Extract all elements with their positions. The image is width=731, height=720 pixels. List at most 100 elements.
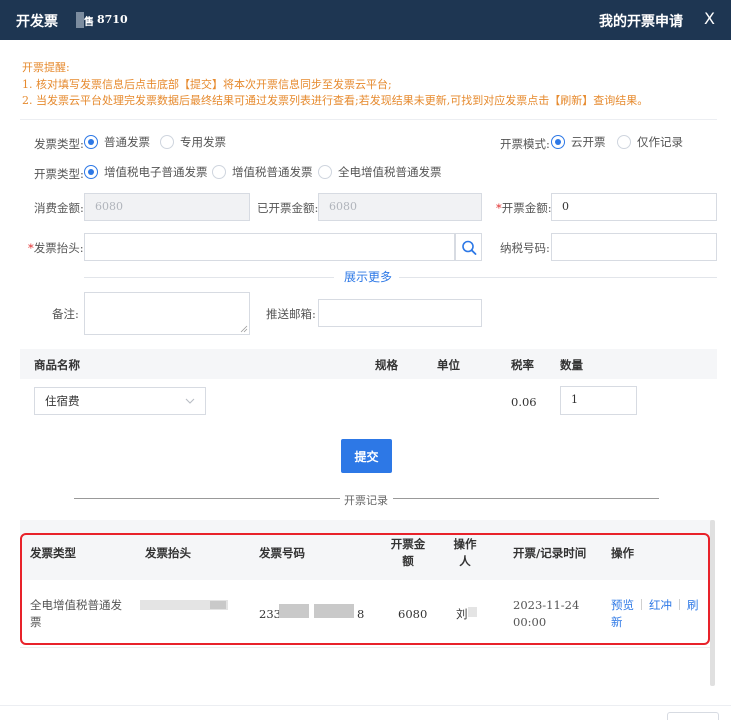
email-input[interactable]: [318, 299, 482, 327]
radio-vat-normal[interactable]: 增值税普通发票: [212, 164, 313, 180]
redacted-invoice-number: [279, 604, 309, 618]
radio-vat-electronic[interactable]: 增值税电子普通发票: [84, 164, 208, 180]
product-select-value: 住宿费: [45, 394, 80, 408]
my-requests-link[interactable]: 我的开票申请: [599, 11, 683, 31]
radio-normal-invoice[interactable]: 普通发票: [84, 134, 150, 150]
cell-line: 2023-11-24: [513, 598, 580, 612]
notice-title: 开票提醒:: [22, 61, 70, 74]
email-label: 推送邮箱:: [266, 307, 316, 321]
radio-unchecked-icon: [212, 165, 226, 179]
radio-cloud-invoice[interactable]: 云开票: [551, 134, 606, 150]
redacted-operator: [468, 607, 477, 617]
consume-amount-field: 6080: [84, 193, 250, 221]
submit-button[interactable]: 提交: [341, 439, 392, 473]
cell-line: 00:00: [513, 615, 547, 629]
radio-label: 仅作记录: [637, 135, 683, 149]
link-line: 新: [611, 615, 623, 629]
separator: [641, 599, 642, 610]
divider-line: [74, 498, 340, 499]
divider-line: [84, 277, 334, 278]
notice-box: 开票提醒: 1. 核对填写发票信息后点击底部【提交】将本次开票信息同步至发票云平…: [22, 60, 648, 110]
resize-grip-icon[interactable]: [240, 325, 248, 333]
remark-label: 备注:: [52, 307, 79, 321]
remark-textarea[interactable]: [84, 292, 250, 335]
footer-button[interactable]: [667, 712, 719, 720]
radio-label: 普通发票: [104, 135, 150, 149]
consume-amount-label: 消费金额:: [34, 201, 84, 215]
col-operator: 操作人: [450, 536, 480, 570]
radio-checked-icon: [84, 165, 98, 179]
product-select[interactable]: 住宿费: [34, 387, 206, 415]
col-time: 开票/记录时间: [513, 546, 587, 560]
divider: [20, 119, 717, 120]
dialog-header: 开发票 售 8710 我的开票申请 X: [0, 0, 731, 40]
link-line: 刷: [687, 598, 699, 612]
issued-amount-field: 6080: [318, 193, 482, 221]
invoice-amount-input[interactable]: 0: [551, 193, 717, 221]
header-line: 开票金: [390, 537, 426, 551]
records-title: 开票记录: [344, 494, 388, 507]
invoice-mode-label: 开票模式:: [500, 137, 550, 151]
issue-type-label: 开票类型:: [34, 167, 84, 181]
redacted-invoice-number: [314, 604, 354, 618]
table-scrollbar[interactable]: [710, 520, 715, 686]
header-line: 人: [459, 554, 471, 568]
tax-id-label: 纳税号码:: [500, 241, 550, 255]
tax-rate-value: 0.06: [511, 395, 537, 409]
radio-label: 云开票: [571, 135, 606, 149]
radio-special-invoice[interactable]: 专用发票: [160, 134, 226, 150]
separator: [679, 599, 680, 610]
radio-checked-icon: [551, 135, 565, 149]
cell-invoice-number-suffix: 8: [357, 607, 365, 621]
issued-amount-label: 已开票金额:: [257, 201, 319, 215]
cell-invoice-type: 全电增值税普通发票: [30, 597, 122, 631]
col-quantity: 数量: [560, 358, 583, 372]
radio-record-only[interactable]: 仅作记录: [617, 134, 683, 150]
preview-link[interactable]: 预览: [611, 598, 634, 612]
dialog-title: 开发票: [16, 14, 58, 30]
redacted-room-label: 售: [62, 12, 94, 28]
search-icon: [462, 240, 477, 255]
radio-label: 全电增值税普通发票: [338, 165, 442, 179]
radio-unchecked-icon: [318, 165, 332, 179]
close-icon[interactable]: X: [704, 9, 715, 29]
radio-vat-fully-digital[interactable]: 全电增值税普通发票: [318, 164, 442, 180]
product-table-header: 商品名称 规格 单位 税率 数量: [20, 349, 717, 379]
divider-line: [399, 277, 717, 278]
footer-divider: [0, 705, 731, 706]
redaction-block: [76, 12, 84, 28]
radio-unchecked-icon: [617, 135, 631, 149]
quantity-input[interactable]: 1: [560, 386, 637, 415]
radio-unchecked-icon: [160, 135, 174, 149]
redacted-char: 售: [84, 17, 94, 28]
cell-actions: 预览 红冲 刷新: [611, 597, 707, 631]
col-action: 操作: [611, 546, 634, 560]
radio-label: 专用发票: [180, 135, 226, 149]
buyer-title-label: *发票抬头:: [28, 240, 84, 256]
buyer-title-input[interactable]: [84, 233, 455, 261]
label-text: 发票抬头:: [33, 241, 84, 255]
order-code: 8710: [97, 13, 128, 26]
invoice-amount-label: *开票金额:: [496, 200, 552, 216]
red-reverse-link[interactable]: 红冲: [649, 598, 672, 612]
divider-line: [393, 498, 659, 499]
notice-line-2: 2. 当发票云平台处理完发票数据后最终结果可通过发票列表进行查看;若发现结果未更…: [22, 94, 649, 107]
header-line: 操作: [453, 537, 477, 551]
records-table-header: 发票类型 发票抬头 发票号码 开票金额 操作人 开票/记录时间 操作: [20, 520, 711, 580]
radio-label: 增值税电子普通发票: [104, 165, 208, 179]
redacted-buyer-title: [210, 601, 226, 609]
col-invoice-type: 发票类型: [30, 546, 76, 560]
col-spec: 规格: [375, 358, 398, 372]
search-button[interactable]: [455, 233, 482, 261]
cell-line: 票: [30, 615, 42, 629]
cell-time: 2023-11-24 00:00: [513, 597, 579, 631]
cell-amount: 6080: [398, 607, 428, 621]
col-invoice-number: 发票号码: [259, 546, 305, 560]
show-more-link[interactable]: 展示更多: [344, 268, 392, 285]
tax-id-input[interactable]: [551, 233, 717, 261]
cell-invoice-number-prefix: 233: [259, 607, 281, 621]
invoice-type-label: 发票类型:: [34, 137, 84, 151]
col-tax-rate: 税率: [511, 358, 534, 372]
col-buyer-title: 发票抬头: [145, 546, 191, 560]
radio-checked-icon: [84, 135, 98, 149]
